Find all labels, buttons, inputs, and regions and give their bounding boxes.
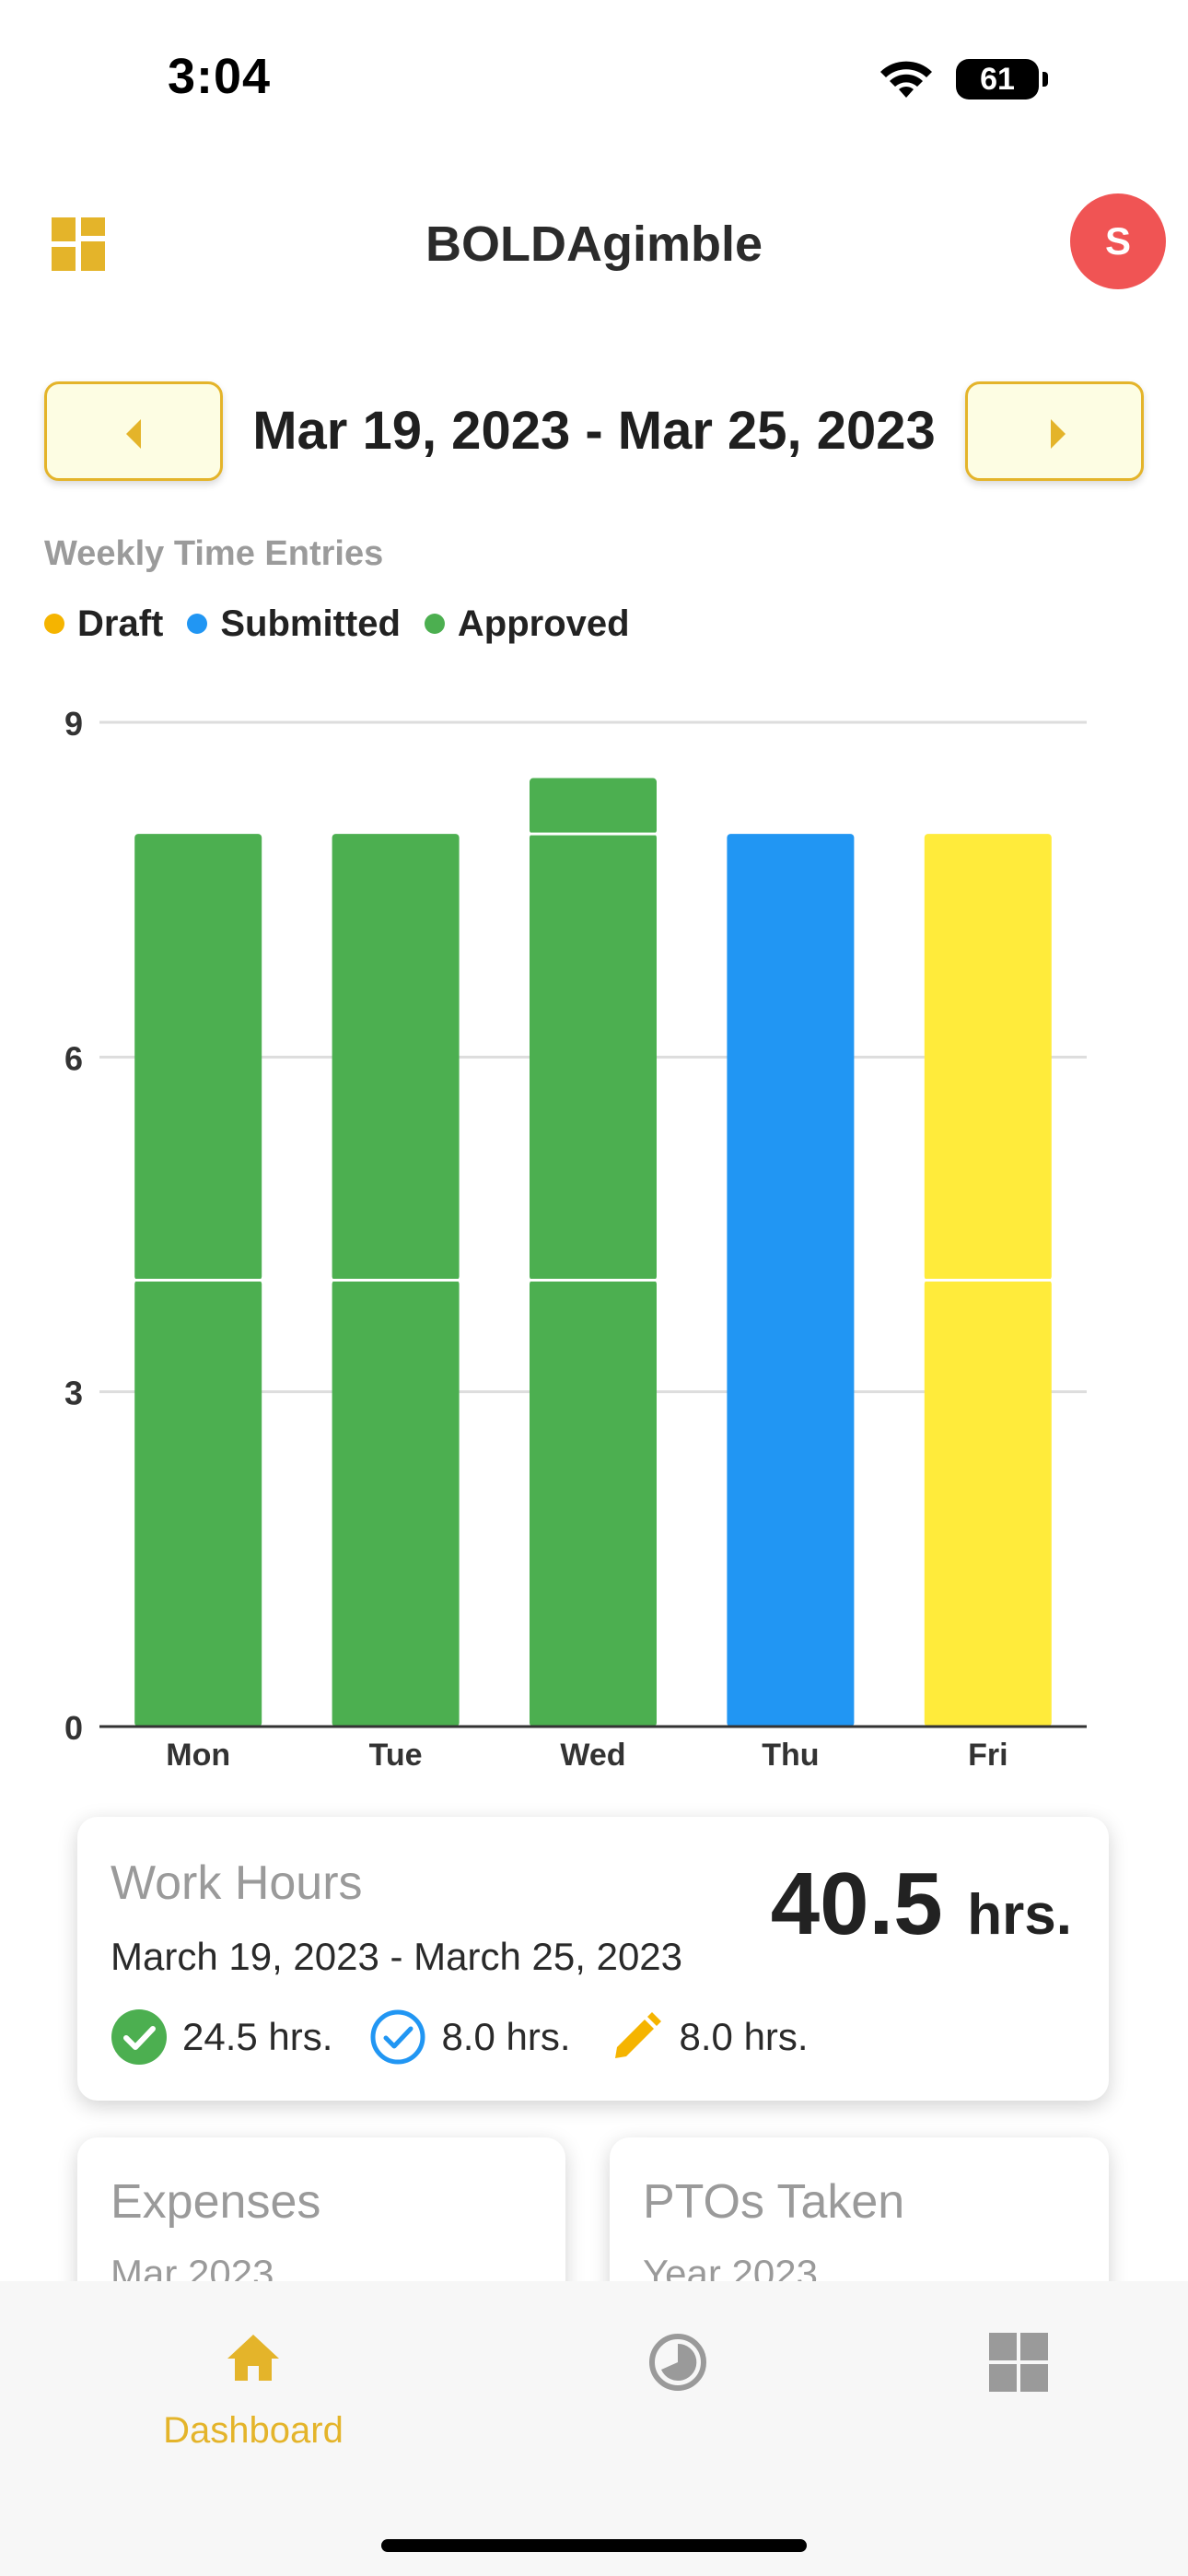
work-hours-title: Work Hours	[111, 1856, 363, 1910]
draft-stat: 8.0 hrs.	[608, 2008, 809, 2066]
submitted-hours: 8.0 hrs.	[441, 2015, 571, 2058]
approved-hours: 24.5 hrs.	[182, 2015, 333, 2058]
tab-time[interactable]	[589, 2281, 774, 2465]
y-tick-label: 6	[64, 1039, 83, 1077]
tab-bar: Dashboard	[0, 2281, 1188, 2576]
work-hours-card[interactable]: Work Hours 40.5 hrs. March 19, 2023 - Ma…	[77, 1817, 1109, 2101]
work-hours-total-value: 40.5	[770, 1855, 943, 1953]
legend-dot-draft	[44, 614, 64, 634]
clock-icon	[649, 2334, 706, 2391]
app-title: BOLDAgimble	[425, 217, 763, 272]
previous-week-button[interactable]	[44, 381, 223, 481]
submitted-check-icon	[370, 2009, 425, 2065]
pto-title: PTOs Taken	[643, 2175, 905, 2229]
battery-icon: 61	[956, 59, 1039, 100]
y-tick-label: 0	[64, 1709, 83, 1747]
date-range-label: Mar 19, 2023 - Mar 25, 2023	[252, 401, 936, 461]
bar-segment-approved	[134, 834, 262, 1281]
home-indicator	[381, 2539, 807, 2552]
tab-dashboard-label: Dashboard	[163, 2410, 344, 2451]
bar-segment-approved	[332, 1280, 460, 1727]
bar-segment-approved	[134, 1280, 262, 1727]
grid-icon	[989, 2333, 1048, 2392]
approved-stat: 24.5 hrs.	[111, 2008, 332, 2066]
next-week-button[interactable]	[965, 381, 1144, 481]
legend-item-submitted: Submitted	[187, 603, 401, 645]
approved-check-icon	[111, 2009, 167, 2065]
bar-segment-submitted	[727, 834, 855, 1727]
bar-segment-approved	[332, 834, 460, 1281]
x-tick-label: Mon	[166, 1738, 230, 1773]
bar-segment-draft	[924, 834, 1052, 1281]
bar-segment-approved	[530, 834, 657, 1281]
legend-label-approved: Approved	[457, 603, 630, 644]
wifi-icon	[880, 61, 932, 98]
legend-item-draft: Draft	[44, 603, 163, 645]
draft-hours: 8.0 hrs.	[679, 2015, 809, 2058]
work-hours-stats: 24.5 hrs. 8.0 hrs. 8.0 hrs.	[111, 2008, 845, 2066]
status-time: 3:04	[168, 49, 272, 104]
home-icon	[227, 2335, 279, 2381]
bar-segment-approved	[530, 1280, 657, 1727]
date-navigation: Mar 19, 2023 - Mar 25, 2023	[0, 380, 1188, 483]
work-hours-unit: hrs.	[967, 1883, 1072, 1947]
expenses-title: Expenses	[111, 2175, 321, 2229]
x-tick-label: Fri	[968, 1738, 1007, 1773]
avatar[interactable]: S	[1070, 193, 1166, 289]
chart-legend: Draft Submitted Approved	[44, 601, 654, 647]
bar-segment-draft	[924, 1280, 1052, 1727]
work-hours-total: 40.5 hrs.	[771, 1854, 1072, 1955]
work-hours-dates: March 19, 2023 - March 25, 2023	[111, 1935, 683, 1978]
app-header: BOLDAgimble S	[0, 184, 1188, 304]
status-bar: 3:04 61	[0, 0, 1188, 147]
chart-title: Weekly Time Entries	[44, 534, 384, 573]
y-tick-label: 9	[64, 705, 83, 743]
tab-apps[interactable]	[939, 2281, 1096, 2465]
caret-right-icon	[1051, 419, 1066, 449]
pencil-icon	[614, 2012, 661, 2058]
weekly-time-chart: 0 3 6 9 Mon Tue Wed Thu Fri	[64, 705, 1087, 1773]
y-tick-label: 3	[64, 1375, 83, 1412]
bar-segment-approved	[530, 778, 657, 835]
legend-dot-submitted	[187, 614, 208, 634]
x-tick-label: Tue	[369, 1738, 423, 1773]
battery-tip	[1042, 72, 1048, 87]
submitted-stat: 8.0 hrs.	[369, 2008, 571, 2066]
legend-item-approved: Approved	[424, 603, 630, 645]
legend-label-draft: Draft	[77, 603, 164, 644]
legend-label-submitted: Submitted	[220, 603, 401, 644]
x-tick-label: Wed	[560, 1738, 625, 1773]
x-tick-label: Thu	[762, 1738, 819, 1773]
tab-dashboard[interactable]: Dashboard	[120, 2281, 387, 2465]
legend-dot-approved	[424, 614, 445, 634]
caret-left-icon	[126, 419, 141, 449]
